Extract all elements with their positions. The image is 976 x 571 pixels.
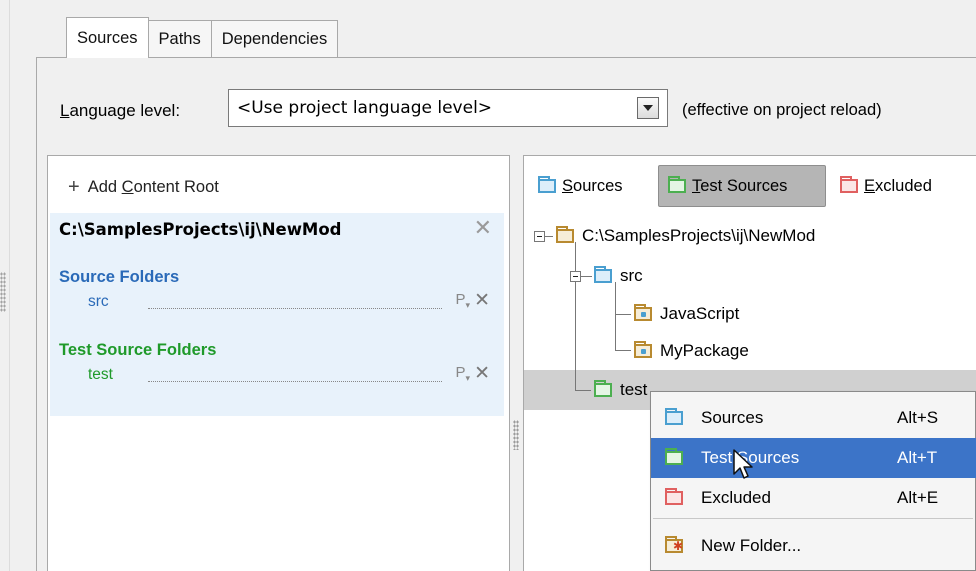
tree-connector	[575, 390, 591, 391]
source-folder-item[interactable]: src P▾ ✕	[88, 290, 492, 313]
mark-excluded-button[interactable]: Excluded	[840, 165, 932, 207]
tab-dependencies[interactable]: Dependencies	[210, 20, 339, 58]
menu-item-new-folder[interactable]: New Folder...	[651, 526, 976, 566]
source-folder-name: src	[88, 293, 109, 310]
chevron-down-icon[interactable]	[637, 97, 659, 119]
content-roots-pane: + Add Content Root C:\SamplesProjects\ij\…	[47, 155, 510, 571]
tree-item-javascript[interactable]: JavaScript	[634, 294, 739, 334]
package-folder-icon	[634, 341, 652, 358]
plus-icon: +	[68, 176, 80, 198]
test-source-folder-item[interactable]: test P▾ ✕	[88, 363, 492, 386]
source-folders-title: Source Folders	[59, 268, 180, 286]
content-root-block[interactable]: C:\SamplesProjects\ij\NewMod ✕ Source Fo…	[50, 213, 504, 416]
mark-test-sources-button[interactable]: Test Sources	[658, 165, 826, 207]
mouse-pointer-icon	[733, 449, 753, 479]
mark-sources-button[interactable]: Sources	[538, 165, 623, 207]
tree-item-root[interactable]: C:\SamplesProjects\ij\NewMod	[556, 216, 815, 256]
menu-item-sources[interactable]: Sources Alt+S	[651, 398, 976, 438]
package-folder-icon	[634, 304, 652, 321]
remove-folder-icon[interactable]: ✕	[474, 289, 490, 312]
blue-folder-icon	[665, 408, 683, 425]
effective-note: (effective on project reload)	[682, 101, 882, 119]
dotted-leader	[148, 308, 442, 309]
blue-folder-icon	[538, 176, 556, 193]
left-splitter-grip[interactable]	[0, 272, 6, 312]
tree-connector	[615, 314, 631, 315]
language-level-value: <Use project language level>	[237, 98, 493, 118]
tree-item-mypackage[interactable]: MyPackage	[634, 331, 749, 371]
remove-folder-icon[interactable]: ✕	[474, 362, 490, 385]
tree-item-src[interactable]: src	[594, 256, 643, 296]
tree-connector	[580, 276, 592, 277]
language-level-label: Language level:	[60, 101, 181, 120]
collapse-toggle-icon[interactable]	[570, 271, 581, 282]
package-prefix-icon[interactable]: P▾	[455, 291, 470, 311]
tan-folder-icon	[556, 226, 574, 243]
menu-item-excluded[interactable]: Excluded Alt+E	[651, 478, 976, 518]
pane-splitter-grip[interactable]	[513, 420, 519, 450]
blue-folder-icon	[594, 266, 612, 283]
dotted-leader	[148, 381, 442, 382]
collapse-toggle-icon[interactable]	[534, 231, 545, 242]
language-level-select[interactable]: <Use project language level>	[228, 89, 668, 127]
menu-separator	[653, 518, 973, 519]
add-content-root-button[interactable]: + Add Content Root	[68, 176, 219, 199]
tab-sources[interactable]: Sources	[66, 17, 149, 58]
package-prefix-icon[interactable]: P▾	[455, 364, 470, 384]
tree-connector	[615, 350, 631, 351]
red-folder-icon	[840, 176, 858, 193]
red-folder-icon	[665, 488, 683, 505]
green-folder-icon	[594, 380, 612, 397]
content-root-path: C:\SamplesProjects\ij\NewMod	[59, 220, 342, 239]
remove-content-root-icon[interactable]: ✕	[474, 215, 492, 241]
module-tabs: Sources Paths Dependencies	[66, 17, 339, 58]
tree-connector	[575, 242, 576, 390]
new-folder-icon	[665, 536, 683, 553]
green-folder-icon	[665, 448, 683, 465]
tab-paths[interactable]: Paths	[147, 20, 212, 58]
mark-as-context-menu: Sources Alt+S Test Sources Alt+T Exclude…	[650, 391, 976, 571]
test-folder-name: test	[88, 366, 113, 383]
left-edge-divider	[9, 0, 10, 571]
menu-item-test-sources[interactable]: Test Sources Alt+T	[651, 438, 976, 478]
tree-item-test[interactable]: test	[594, 370, 647, 410]
test-source-folders-title: Test Source Folders	[59, 341, 217, 359]
green-folder-icon	[668, 176, 686, 193]
